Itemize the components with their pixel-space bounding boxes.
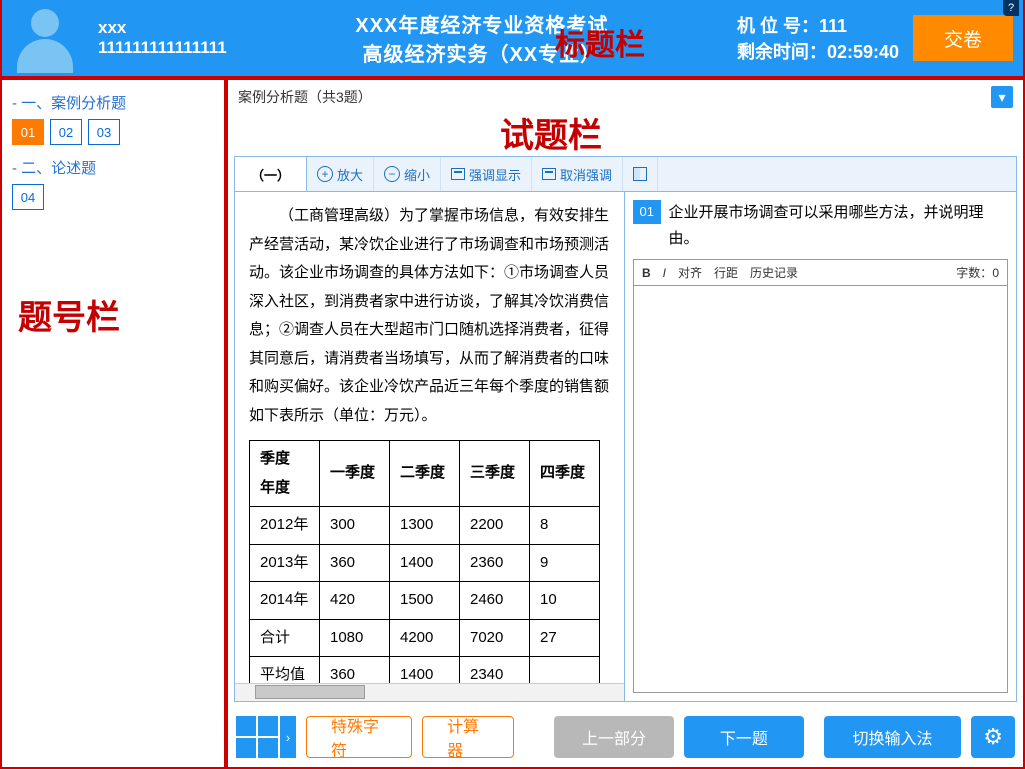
avatar (10, 3, 80, 73)
question-nav-panel: 一、案例分析题 010203 二、论述题 04 (0, 78, 226, 769)
prev-section-button[interactable]: 上一部分 (554, 716, 674, 758)
unhighlight-icon (542, 168, 556, 180)
special-chars-button[interactable]: 特殊字符 (306, 716, 412, 758)
nav-grid[interactable]: › (236, 716, 296, 758)
horizontal-scrollbar[interactable] (235, 683, 624, 701)
gear-icon (983, 724, 1003, 750)
question-area: 案例分析题（共3题） ▾ （一） +放大 −缩小 强调显示 取消强调 （工商管理… (226, 78, 1025, 769)
time-line: 剩余时间：02:59:40 (737, 38, 899, 64)
exam-title-1: XXX年度经济专业资格考试 (355, 9, 608, 38)
split-icon (633, 167, 647, 181)
title-bar: xxx 111111111111111 XXX年度经济专业资格考试 高级经济实务… (0, 0, 1025, 78)
data-table: 季度 年度一季度二季度三季度四季度2012年3001300220082013年3… (249, 440, 600, 695)
line-spacing-button[interactable]: 行距 (714, 264, 738, 281)
help-icon[interactable]: ? (1003, 0, 1019, 16)
highlight-button[interactable]: 强调显示 (441, 157, 532, 191)
bold-button[interactable]: B (642, 266, 651, 280)
question-number[interactable]: 02 (50, 119, 82, 145)
plus-icon: + (317, 166, 333, 182)
candidate-name: xxx (98, 18, 227, 38)
highlight-icon (451, 168, 465, 180)
italic-button[interactable]: I (663, 266, 666, 280)
question-number[interactable]: 04 (12, 184, 44, 210)
passage-text: （工商管理高级）为了掌握市场信息，有效安排生产经营活动，某冷饮企业进行了市场调查… (249, 202, 618, 430)
passage-panel: （工商管理高级）为了掌握市场信息，有效安排生产经营活动，某冷饮企业进行了市场调查… (235, 192, 625, 701)
history-button[interactable]: 历史记录 (750, 264, 798, 281)
question-prompt: 企业开展市场调查可以采用哪些方法，并说明理由。 (669, 200, 1008, 251)
seat-line: 机 位 号：111 (737, 12, 899, 38)
zoom-out-button[interactable]: −缩小 (374, 157, 441, 191)
zoom-in-button[interactable]: +放大 (307, 157, 374, 191)
question-number[interactable]: 01 (12, 119, 44, 145)
settings-button[interactable] (971, 716, 1015, 758)
chevron-right-icon[interactable]: › (280, 716, 296, 758)
layout-split-button[interactable] (623, 157, 658, 191)
candidate-id: 111111111111111 (98, 38, 227, 58)
sidebar-section[interactable]: 一、案例分析题 (12, 92, 214, 113)
next-question-button[interactable]: 下一题 (684, 716, 804, 758)
unhighlight-button[interactable]: 取消强调 (532, 157, 623, 191)
answer-panel: 01 企业开展市场调查可以采用哪些方法，并说明理由。 B I 对齐 行距 历史记… (625, 192, 1016, 701)
switch-ime-button[interactable]: 切换输入法 (824, 716, 961, 758)
sidebar-section[interactable]: 二、论述题 (12, 157, 214, 178)
passage-tab[interactable]: （一） (235, 157, 307, 191)
section-title: 案例分析题（共3题） (238, 87, 372, 107)
exam-title-2: 高级经济实务（XX专业） (362, 38, 601, 67)
minus-icon: − (384, 166, 400, 182)
submit-button[interactable]: 交卷 (913, 15, 1013, 61)
calculator-button[interactable]: 计算器 (422, 716, 514, 758)
word-count: 字数：0 (956, 264, 999, 281)
answer-editor[interactable] (633, 286, 1008, 693)
collapse-icon[interactable]: ▾ (991, 86, 1013, 108)
editor-toolbar: B I 对齐 行距 历史记录 字数：0 (633, 259, 1008, 286)
question-number[interactable]: 03 (88, 119, 120, 145)
question-badge: 01 (633, 200, 661, 224)
bottom-bar: › 特殊字符 计算器 上一部分 下一题 切换输入法 (228, 708, 1023, 768)
passage-toolbar: （一） +放大 −缩小 强调显示 取消强调 (235, 157, 1016, 192)
align-button[interactable]: 对齐 (678, 264, 702, 281)
